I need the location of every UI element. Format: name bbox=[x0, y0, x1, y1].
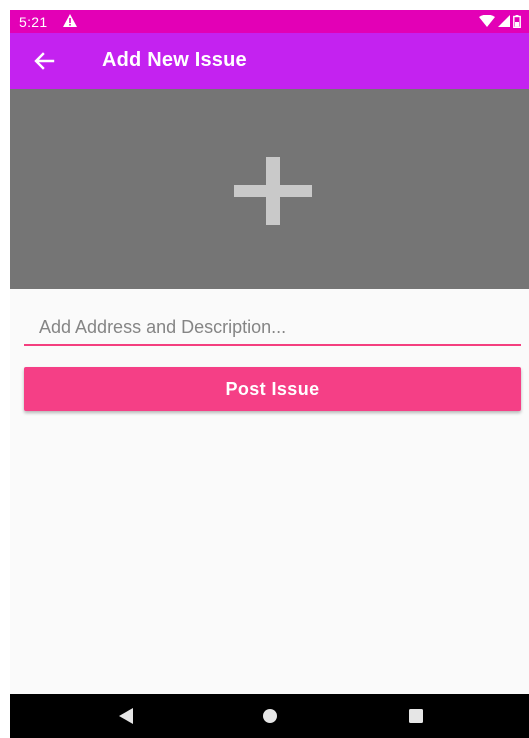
status-time: 5:21 bbox=[19, 14, 48, 30]
page-title: Add New Issue bbox=[102, 49, 247, 71]
status-icons bbox=[479, 14, 521, 28]
battery-icon bbox=[513, 14, 521, 28]
plus-icon bbox=[234, 157, 312, 225]
recents-square-icon[interactable] bbox=[409, 709, 423, 723]
warning-icon bbox=[63, 14, 77, 27]
status-bar: 5:21 bbox=[10, 10, 529, 33]
arrow-left-icon[interactable] bbox=[30, 47, 58, 75]
back-triangle-icon[interactable] bbox=[118, 708, 134, 724]
signal-icon bbox=[498, 15, 510, 27]
image-picker[interactable] bbox=[10, 89, 529, 289]
post-issue-button[interactable]: Post Issue bbox=[24, 367, 521, 411]
wifi-icon bbox=[479, 15, 495, 27]
home-circle-icon[interactable] bbox=[263, 709, 277, 723]
navigation-bar bbox=[10, 694, 529, 738]
description-input[interactable] bbox=[24, 310, 521, 346]
app-bar: Add New Issue bbox=[10, 33, 529, 89]
app-screen: 5:21 Add New Issue Add Address and Descr… bbox=[10, 10, 529, 738]
